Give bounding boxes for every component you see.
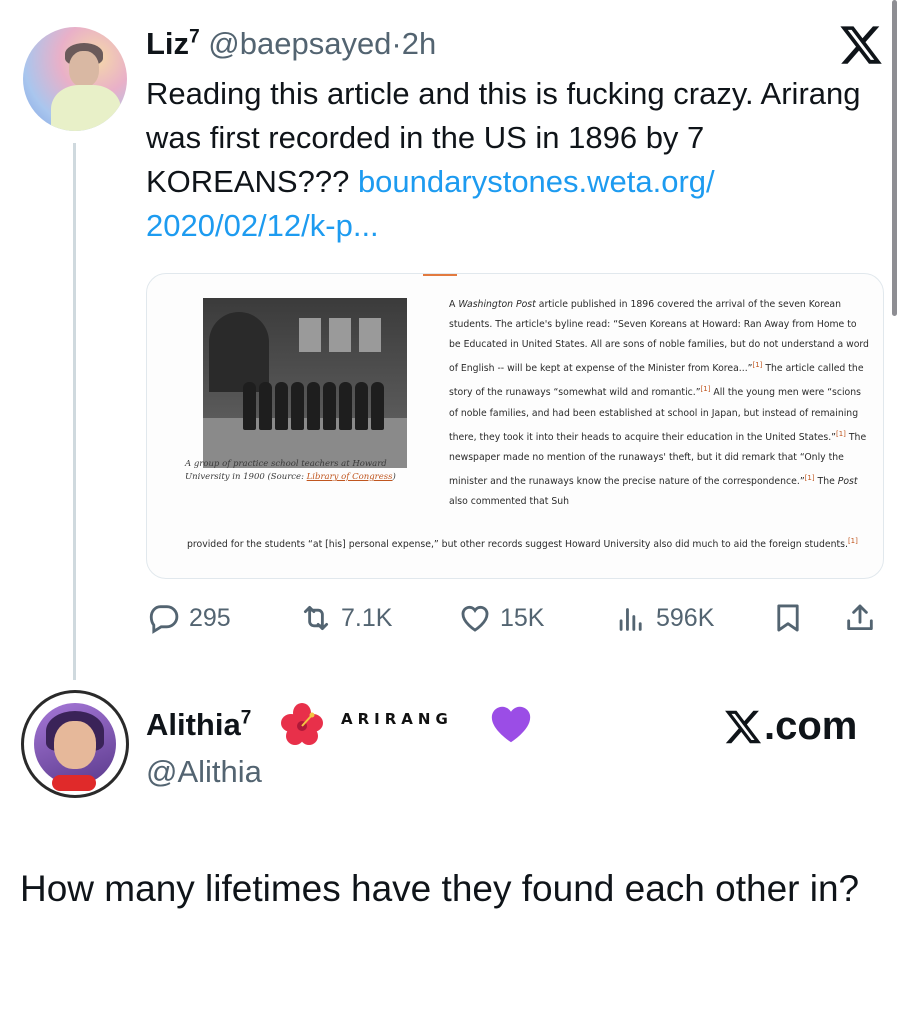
author-name[interactable]: Liz7 bbox=[146, 26, 200, 61]
photo-window bbox=[299, 318, 321, 352]
x-logo-icon[interactable] bbox=[838, 22, 884, 68]
repost-count: 7.1K bbox=[341, 603, 393, 632]
footnote-ref: [1] bbox=[804, 474, 815, 483]
source-watermark: .com bbox=[723, 704, 857, 749]
scrollbar[interactable] bbox=[892, 0, 897, 316]
views-count: 596K bbox=[656, 603, 715, 632]
name-decoration-text: ARIRANG bbox=[341, 710, 453, 728]
like-count: 15K bbox=[500, 603, 545, 632]
avatar-face bbox=[54, 721, 96, 769]
x-logo-icon bbox=[725, 710, 762, 743]
avatar-badge bbox=[52, 775, 96, 791]
photo-person bbox=[355, 382, 368, 430]
footnote-ref: [1] bbox=[847, 537, 858, 545]
footnote-ref: [1] bbox=[752, 361, 763, 370]
purple-heart-icon bbox=[491, 706, 531, 743]
views-icon bbox=[619, 608, 642, 631]
reply-count: 295 bbox=[189, 603, 231, 632]
tweet-time[interactable]: 2h bbox=[402, 26, 436, 61]
article-text: A Washington Post article published in 1… bbox=[449, 295, 869, 512]
views-button[interactable]: 596K bbox=[614, 598, 714, 638]
author-handle[interactable]: @baepsayed bbox=[208, 26, 391, 61]
card-top-mark bbox=[423, 274, 457, 276]
source-domain: .com bbox=[764, 704, 858, 748]
bookmark-button[interactable] bbox=[771, 598, 805, 638]
article-lead: A bbox=[449, 299, 459, 310]
photo-person bbox=[275, 382, 288, 430]
caption-end: ) bbox=[392, 472, 396, 482]
footnote-ref: [1] bbox=[700, 385, 711, 394]
thread-line bbox=[73, 143, 76, 680]
photo-window bbox=[359, 318, 381, 352]
share-button[interactable] bbox=[843, 598, 877, 638]
reply-text: How many lifetimes have they found each … bbox=[20, 868, 860, 909]
photo-people bbox=[243, 382, 393, 438]
footnote-ref: [1] bbox=[836, 429, 846, 438]
photo-person bbox=[291, 382, 304, 430]
reply-button[interactable]: 295 bbox=[147, 598, 231, 638]
article-paragraph: provided for the students “at [his] pers… bbox=[187, 539, 848, 551]
bookmark-icon bbox=[777, 604, 799, 632]
tweet-text: Reading this article and this is fucking… bbox=[146, 72, 876, 248]
article-image-card[interactable]: A group of practice school teachers at H… bbox=[146, 273, 884, 579]
photo-person bbox=[243, 382, 256, 430]
caption-source-link: Library of Congress bbox=[306, 472, 393, 482]
avatar-face bbox=[69, 51, 99, 87]
article-paragraph: also commented that Suh bbox=[449, 496, 570, 508]
separator-dot: · bbox=[391, 26, 402, 61]
article-paragraph: The bbox=[814, 476, 838, 488]
repost-icon bbox=[303, 605, 329, 631]
photo-window bbox=[329, 318, 351, 352]
photo-person bbox=[307, 382, 320, 430]
photo-caption: A group of practice school teachers at H… bbox=[185, 458, 407, 484]
photo-person bbox=[323, 382, 336, 430]
hibiscus-icon bbox=[281, 703, 323, 745]
photo-person bbox=[339, 382, 352, 430]
avatar-body bbox=[51, 85, 121, 131]
photo-arch bbox=[209, 312, 269, 392]
article-text-tail: provided for the students “at [his] pers… bbox=[187, 531, 867, 555]
article-post-name: Post bbox=[837, 476, 858, 488]
reply-author-name[interactable]: Alithia7 bbox=[146, 707, 251, 743]
liz-avatar[interactable] bbox=[23, 27, 127, 131]
repost-button[interactable]: 7.1K bbox=[299, 598, 392, 638]
photo-person bbox=[259, 382, 272, 430]
reply-author-handle[interactable]: @Alithia bbox=[146, 754, 262, 790]
share-icon bbox=[847, 604, 873, 631]
like-button[interactable]: 15K bbox=[458, 598, 544, 638]
reply-icon bbox=[149, 605, 179, 634]
tweet-header: Liz7 @baepsayed·2h bbox=[146, 26, 436, 62]
photo-person bbox=[371, 382, 384, 430]
historic-photo bbox=[203, 298, 407, 468]
article-publication: Washington Post bbox=[458, 299, 536, 310]
like-icon bbox=[461, 605, 489, 632]
alithia-avatar[interactable] bbox=[21, 690, 129, 798]
